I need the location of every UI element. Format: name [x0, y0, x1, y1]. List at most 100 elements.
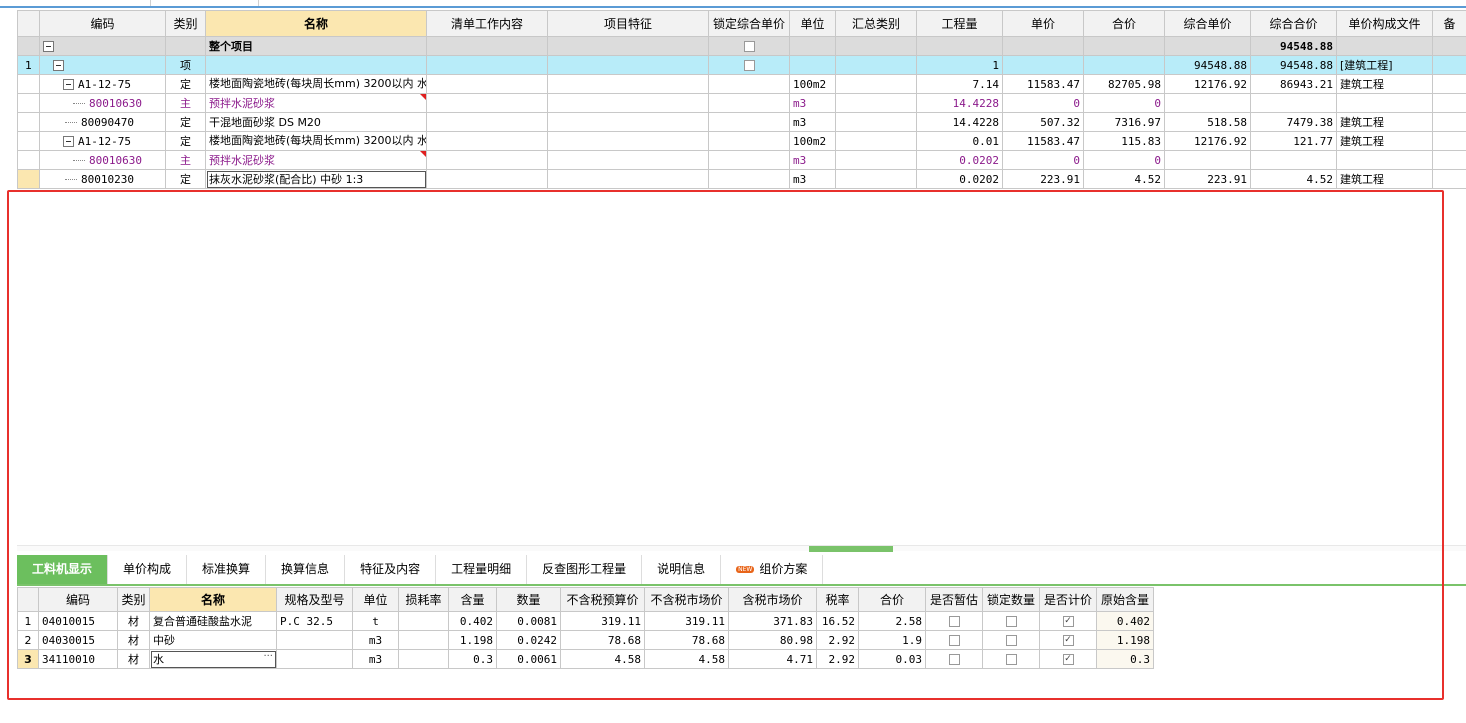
total-cell[interactable]: 2.58: [858, 611, 926, 631]
unit-price-cell[interactable]: 507.32: [1002, 112, 1084, 132]
header-type[interactable]: 类别: [117, 587, 150, 612]
unit-cell[interactable]: 100m2: [789, 131, 836, 151]
total-cell[interactable]: 4.52: [1083, 169, 1165, 189]
total-cell[interactable]: 0.03: [858, 649, 926, 669]
quantity-cell[interactable]: 0.0202: [916, 169, 1003, 189]
header-provisional[interactable]: 是否暂估: [925, 587, 983, 612]
content-cell[interactable]: 1.198: [448, 630, 497, 650]
collapse-icon[interactable]: [43, 41, 54, 52]
unit-price-cell[interactable]: 11583.47: [1002, 131, 1084, 151]
header-name[interactable]: 名称: [149, 587, 277, 612]
code-cell[interactable]: 04010015: [38, 611, 118, 631]
spec-cell[interactable]: [276, 630, 353, 650]
feature-cell[interactable]: [547, 93, 709, 113]
unit-cell[interactable]: 100m2: [789, 74, 836, 94]
header-tax-rate[interactable]: 税率: [816, 587, 859, 612]
total-cell[interactable]: 0: [1083, 93, 1165, 113]
unit-cell[interactable]: [789, 55, 836, 75]
remark-cell[interactable]: [1432, 55, 1466, 75]
quantity-cell[interactable]: 0.01: [916, 131, 1003, 151]
code-cell[interactable]: 80010630: [39, 93, 166, 113]
summary-type-cell[interactable]: [835, 131, 917, 151]
header-name[interactable]: 名称: [205, 10, 427, 37]
summary-type-cell[interactable]: [835, 112, 917, 132]
lock-price-checkbox[interactable]: [743, 41, 755, 52]
comp-price-cell[interactable]: [1164, 93, 1251, 113]
type-cell[interactable]: 定: [165, 131, 206, 151]
collapse-icon[interactable]: [63, 79, 74, 90]
provisional-checkbox[interactable]: [948, 635, 960, 646]
comp-total-cell[interactable]: [1250, 150, 1337, 170]
name-cell[interactable]: 水 ···: [149, 649, 277, 669]
comp-price-cell[interactable]: [1164, 150, 1251, 170]
summary-type-cell[interactable]: [835, 150, 917, 170]
table-row[interactable]: 80010630 主 预拌水泥砂浆 m3 0.0202 0 0: [17, 150, 1466, 170]
comp-price-cell[interactable]: 12176.92: [1164, 131, 1251, 151]
header-market-price[interactable]: 不含税市场价: [644, 587, 729, 612]
budget-price-cell[interactable]: 78.68: [560, 630, 645, 650]
unit-cell[interactable]: m3: [789, 112, 836, 132]
taxed-price-cell[interactable]: 371.83: [728, 611, 817, 631]
tab-description[interactable]: 说明信息: [642, 555, 722, 584]
remark-cell[interactable]: [1432, 36, 1466, 56]
unit-cell[interactable]: t: [352, 611, 399, 631]
unit-price-cell[interactable]: [1002, 36, 1084, 56]
price-file-cell[interactable]: [1336, 93, 1433, 113]
content-cell[interactable]: 0.3: [448, 649, 497, 669]
feature-cell[interactable]: [547, 112, 709, 132]
code-cell[interactable]: [39, 55, 166, 75]
priced-cell[interactable]: ✓: [1039, 630, 1097, 650]
type-cell[interactable]: 材: [117, 630, 150, 650]
header-budget-price[interactable]: 不含税预算价: [560, 587, 645, 612]
quantity-cell[interactable]: 14.4228: [916, 112, 1003, 132]
lock-price-checkbox[interactable]: [743, 60, 755, 71]
code-cell[interactable]: 34110010: [38, 649, 118, 669]
code-cell[interactable]: 80010630: [39, 150, 166, 170]
work-content-cell[interactable]: [426, 169, 548, 189]
type-cell[interactable]: 定: [165, 74, 206, 94]
comp-total-cell[interactable]: 4.52: [1250, 169, 1337, 189]
header-remark[interactable]: 备: [1432, 10, 1466, 37]
header-unit[interactable]: 单位: [789, 10, 836, 37]
name-cell[interactable]: 中砂: [149, 630, 277, 650]
unit-cell[interactable]: m3: [789, 169, 836, 189]
header-total[interactable]: 合价: [1083, 10, 1165, 37]
remark-cell[interactable]: [1432, 150, 1466, 170]
total-cell[interactable]: 115.83: [1083, 131, 1165, 151]
budget-price-cell[interactable]: 319.11: [560, 611, 645, 631]
type-cell[interactable]: 材: [117, 649, 150, 669]
collapse-icon[interactable]: [63, 136, 74, 147]
header-code[interactable]: 编码: [38, 587, 118, 612]
unit-price-cell[interactable]: 11583.47: [1002, 74, 1084, 94]
header-quantity[interactable]: 数量: [496, 587, 561, 612]
price-file-cell[interactable]: [建筑工程]: [1336, 55, 1433, 75]
lock-price-cell[interactable]: [708, 131, 790, 151]
code-cell[interactable]: 80090470: [39, 112, 166, 132]
price-file-cell[interactable]: [1336, 36, 1433, 56]
quantity-cell[interactable]: [916, 36, 1003, 56]
work-content-cell[interactable]: [426, 150, 548, 170]
header-type[interactable]: 类别: [165, 10, 206, 37]
comp-total-cell[interactable]: 94548.88: [1250, 55, 1337, 75]
budget-price-cell[interactable]: 4.58: [560, 649, 645, 669]
lock-quantity-cell[interactable]: [982, 649, 1040, 669]
header-comp-total[interactable]: 综合合价: [1250, 10, 1337, 37]
header-work-content[interactable]: 清单工作内容: [426, 10, 548, 37]
unit-cell[interactable]: m3: [789, 93, 836, 113]
work-content-cell[interactable]: [426, 131, 548, 151]
name-cell[interactable]: 预拌水泥砂浆: [205, 93, 427, 113]
lock-price-cell[interactable]: [708, 169, 790, 189]
priced-checkbox[interactable]: ✓: [1062, 654, 1074, 665]
header-lock-price[interactable]: 锁定综合单价: [708, 10, 790, 37]
quantity-cell[interactable]: 1: [916, 55, 1003, 75]
work-content-cell[interactable]: [426, 74, 548, 94]
priced-checkbox[interactable]: ✓: [1062, 635, 1074, 646]
provisional-cell[interactable]: [925, 611, 983, 631]
feature-cell[interactable]: [547, 150, 709, 170]
tab-material-display[interactable]: 工料机显示: [17, 555, 109, 584]
summary-type-cell[interactable]: [835, 93, 917, 113]
quantity-cell[interactable]: 0.0061: [496, 649, 561, 669]
comp-total-cell[interactable]: 121.77: [1250, 131, 1337, 151]
unit-price-cell[interactable]: 0: [1002, 150, 1084, 170]
code-cell[interactable]: [39, 36, 166, 56]
